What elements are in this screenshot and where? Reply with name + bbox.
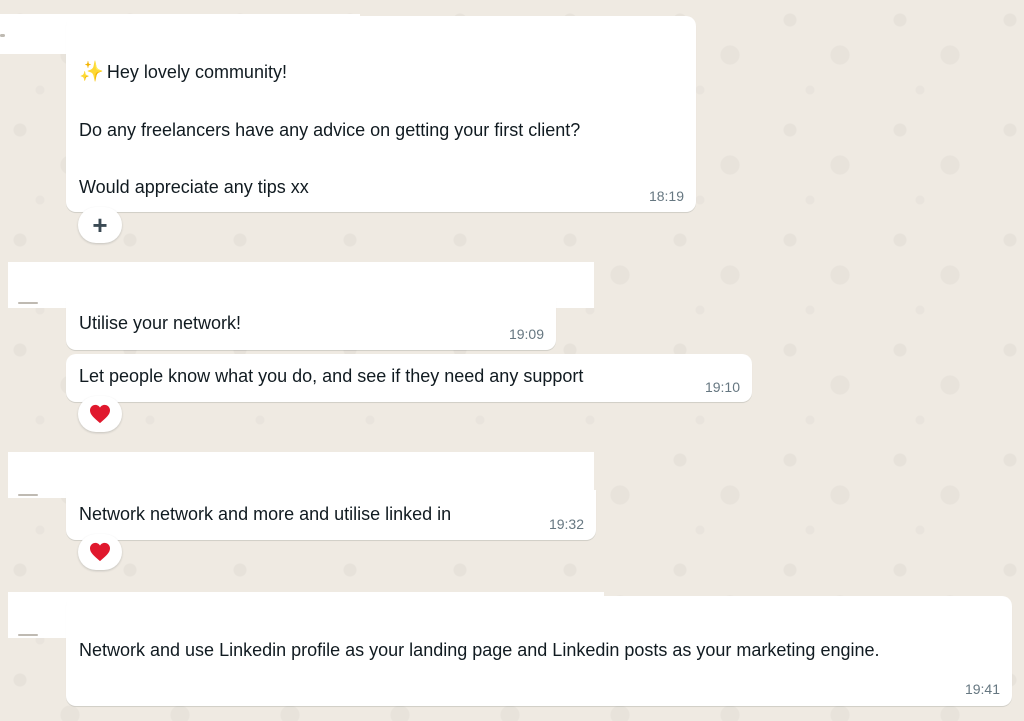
message-timestamp: 19:09 xyxy=(508,326,544,342)
add-reaction-button[interactable]: + xyxy=(78,207,122,243)
message-timestamp: 19:41 xyxy=(964,681,1000,697)
avatar-edge xyxy=(18,634,38,636)
heart-icon xyxy=(90,404,110,424)
message-text-1c: Would appreciate any tips xx xyxy=(79,177,309,197)
message-text-2: Utilise your network! xyxy=(79,313,242,333)
message-text-3: Let people know what you do, and see if … xyxy=(79,366,584,386)
message-text-1: ✨ Hey lovely community! xyxy=(79,58,287,86)
message-bubble-3[interactable]: Let people know what you do, and see if … xyxy=(66,354,752,402)
plus-icon: + xyxy=(92,210,108,240)
avatar-edge xyxy=(18,494,38,496)
message-text-5: Network and use Linkedin profile as your… xyxy=(79,640,880,660)
message-text-1b: Do any freelancers have any advice on ge… xyxy=(79,120,581,140)
message-bubble-2[interactable]: Utilise your network! 19:09 xyxy=(66,300,556,350)
message-bubble-1[interactable]: ✨ Hey lovely community! Do any freelancer… xyxy=(66,16,696,212)
message-timestamp: 19:10 xyxy=(704,379,740,395)
message-bubble-4[interactable]: Network network and more and utilise lin… xyxy=(66,490,596,540)
message-timestamp: 18:19 xyxy=(648,188,684,204)
heart-icon xyxy=(90,542,110,562)
edge-mark xyxy=(0,34,5,37)
message-timestamp: 19:32 xyxy=(548,516,584,532)
heart-reaction[interactable] xyxy=(78,534,122,570)
avatar-edge xyxy=(18,302,38,304)
message-line: Hey lovely community! xyxy=(106,62,287,82)
message-bubble-5[interactable]: Network and use Linkedin profile as your… xyxy=(66,596,1012,706)
message-text-4: Network network and more and utilise lin… xyxy=(79,504,452,524)
sparkles-icon: ✨ xyxy=(79,61,104,83)
heart-reaction[interactable] xyxy=(78,396,122,432)
